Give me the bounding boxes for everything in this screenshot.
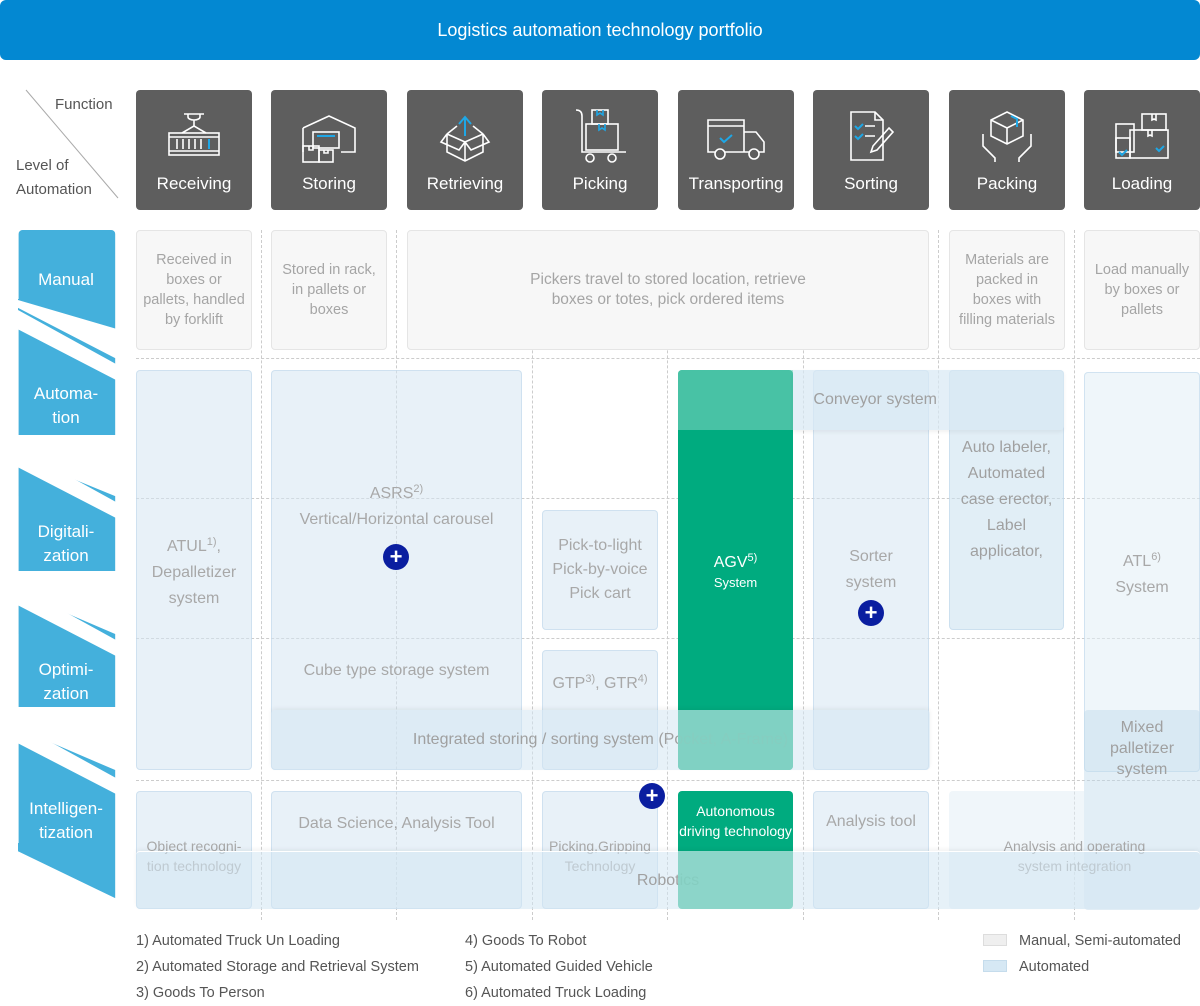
function-axis-label: Function xyxy=(55,96,113,113)
level-axis-label-line1: Level of xyxy=(16,157,69,174)
footnote: 2) Automated Storage and Retrieval Syste… xyxy=(136,959,419,975)
function-label: Receiving xyxy=(156,174,232,193)
function-label: Storing xyxy=(302,174,356,193)
legend-label-automated: Automated xyxy=(1019,959,1090,975)
integrated-storing-sorting-band: Integrated storing / sorting system (Poc… xyxy=(271,710,930,770)
footnote: 4) Goods To Robot xyxy=(465,933,587,949)
open-box-arrow-icon xyxy=(439,115,491,162)
conveyor-system-label: Conveyor system xyxy=(813,391,937,408)
pick-to-light-cell: Pick-to-light Pick-by-voice Pick cart xyxy=(542,510,658,630)
level-axis-label-line2: Automation xyxy=(16,181,92,198)
hand-truck-icon xyxy=(575,109,626,163)
function-label: Picking xyxy=(572,174,628,193)
grid-vline xyxy=(938,230,939,920)
level-label-intelligentization: Intelligen-tization xyxy=(29,799,103,842)
function-label: Retrieving xyxy=(426,174,504,193)
checklist-pencil-icon xyxy=(850,111,895,161)
footnote: 6) Automated Truck Loading xyxy=(465,985,647,1001)
atul-depalletizer-cell: ATUL1), Depalletizer system xyxy=(136,370,252,770)
footnote: 1) Automated Truck Un Loading xyxy=(136,933,340,949)
function-label: Packing xyxy=(976,174,1038,193)
autonomous-driving-cell: Autonomous driving technology xyxy=(678,791,793,851)
function-tile-picking[interactable]: Picking xyxy=(542,90,658,210)
function-tile-retrieving[interactable]: Retrieving xyxy=(407,90,523,210)
grid-hline xyxy=(136,780,1200,781)
function-tile-storing[interactable]: Storing xyxy=(271,90,387,210)
stacked-boxes-icon xyxy=(1115,113,1169,159)
picking-expand-plus-button[interactable]: + xyxy=(639,783,665,809)
legend-swatch-manual xyxy=(983,934,1007,946)
page-title: Logistics automation technology portfoli… xyxy=(0,0,1200,60)
legend-label-manual: Manual, Semi-automated xyxy=(1019,933,1181,949)
level-label-optimization: Optimi-zation xyxy=(38,660,94,703)
function-tile-receiving[interactable]: Receiving xyxy=(136,90,252,210)
function-tile-loading[interactable]: Loading xyxy=(1084,90,1200,210)
asrs-label: ASRS2) Vertical/Horizontal carousel xyxy=(299,482,494,528)
level-label-automation: Automa-tion xyxy=(33,384,99,427)
cube-storage-label: Cube type storage system xyxy=(303,662,490,679)
level-label-digitalization: Digitali-zation xyxy=(37,522,95,565)
function-tile-sorting[interactable]: Sorting xyxy=(813,90,929,210)
manual-loading-cell: Load manually by boxes or pallets xyxy=(1084,230,1200,350)
manual-receiving-cell: Received in boxes or pallets, handled by… xyxy=(136,230,252,350)
footnotes-col2: 4) Goods To Robot 5) Automated Guided Ve… xyxy=(465,928,653,1006)
warehouse-icon xyxy=(302,115,356,163)
function-label: Sorting xyxy=(844,174,898,193)
robotics-agv-overlap xyxy=(678,851,793,909)
function-label: Transporting xyxy=(688,174,784,193)
box-hands-icon xyxy=(982,111,1032,162)
level-label-manual: Manual xyxy=(38,270,94,289)
function-tile-transporting[interactable]: Transporting xyxy=(678,90,794,210)
truck-icon xyxy=(707,119,765,160)
footnote: 3) Goods To Person xyxy=(136,985,265,1001)
manual-picking-cell: Pickers travel to stored location, retri… xyxy=(407,230,929,350)
mixed-palletizer-label: Mixed palletizer system xyxy=(1109,718,1175,778)
sorter-expand-plus-button[interactable]: + xyxy=(858,600,884,626)
footnotes-col1: 1) Automated Truck Un Loading 2) Automat… xyxy=(136,928,419,1006)
grid-vline xyxy=(261,230,262,920)
manual-storing-cell: Stored in rack, in pallets or boxes xyxy=(271,230,387,350)
function-label: Loading xyxy=(1111,174,1173,193)
level-axis-label: Level of Automation xyxy=(16,154,92,202)
footnote: 5) Automated Guided Vehicle xyxy=(465,959,653,975)
integrated-overlap-text xyxy=(678,710,793,770)
function-tile-packing[interactable]: Packing xyxy=(949,90,1065,210)
robotics-band: Robotics xyxy=(136,851,1200,909)
manual-packing-cell: Materials are packed in boxes with filli… xyxy=(949,230,1065,350)
container-crane-icon xyxy=(168,113,220,156)
asrs-expand-plus-button[interactable]: + xyxy=(383,544,409,570)
grid-hline xyxy=(136,358,1200,359)
legend-swatch-automated xyxy=(983,960,1007,972)
